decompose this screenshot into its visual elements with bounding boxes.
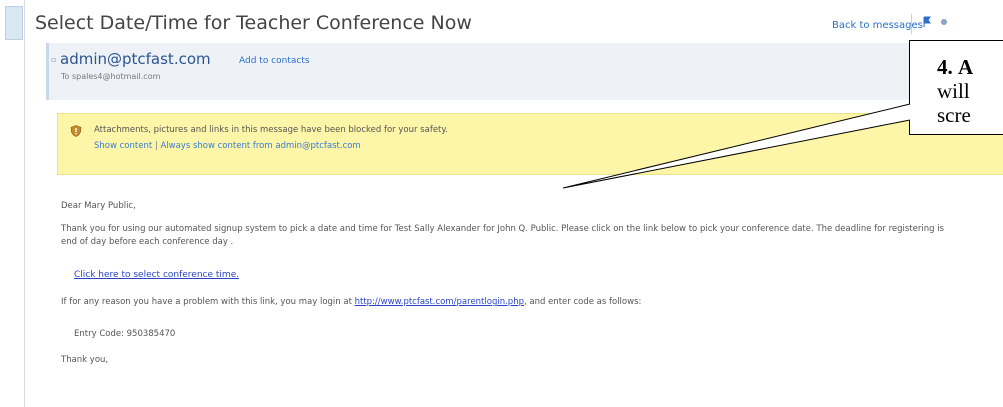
- callout-line-1-rest: A: [958, 55, 974, 79]
- callout-line-2: will: [937, 79, 970, 103]
- callout-pointer: [562, 103, 911, 189]
- callout-number: 4.: [937, 55, 953, 79]
- callout-line-1: 4. A: [937, 55, 973, 80]
- callout-line-3: scre: [937, 103, 971, 127]
